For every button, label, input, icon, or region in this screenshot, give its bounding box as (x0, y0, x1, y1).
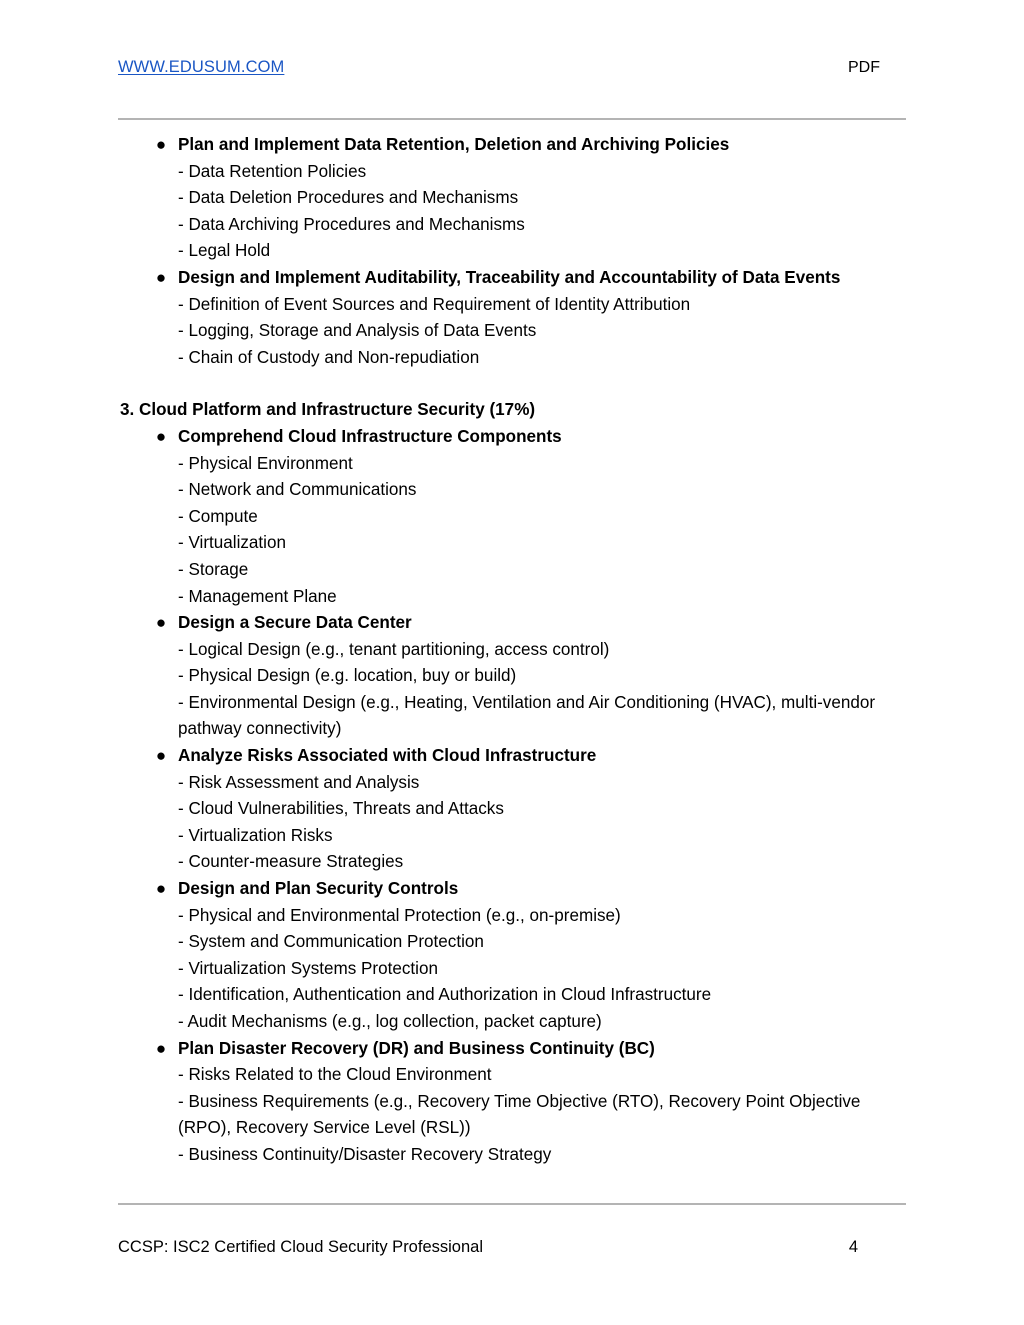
sub-item: - Network and Communications (178, 477, 910, 504)
sub-item-label: - Storage (178, 559, 249, 579)
bullet-title: Design and Implement Auditability, Trace… (178, 267, 841, 287)
sub-item: - Legal Hold (178, 238, 910, 265)
bullet-point-icon: ● (155, 1038, 167, 1058)
sub-item-label: - Risks Related to the Cloud Environment (178, 1065, 492, 1085)
footer-title: CCSP: ISC2 Certified Cloud Security Prof… (118, 1238, 483, 1256)
page-footer: CCSP: ISC2 Certified Cloud Security Prof… (118, 1238, 906, 1257)
sub-item-list: - Logical Design (e.g., tenant partition… (178, 637, 910, 743)
sub-item-label: - Definition of Event Sources and Requir… (178, 294, 691, 314)
bullet-title: Plan Disaster Recovery (DR) and Business… (178, 1038, 655, 1058)
sub-item: - Compute (178, 504, 910, 531)
sub-item-label: - Legal Hold (178, 241, 271, 261)
sub-item-label: - Data Retention Policies (178, 161, 367, 181)
sub-item: - Physical Design (e.g. location, buy or… (178, 663, 910, 690)
sub-item-label: - Logging, Storage and Analysis of Data … (178, 321, 537, 341)
sub-item: - Logging, Storage and Analysis of Data … (178, 318, 910, 345)
sub-item-list: - Definition of Event Sources and Requir… (178, 292, 910, 372)
sub-item-list: - Physical Environment - Network and Comm… (178, 451, 910, 611)
sub-item-label: - Environmental Design (e.g., Heating, V… (178, 692, 876, 739)
sub-item-label: - Risk Assessment and Analysis (178, 772, 420, 792)
section-heading: 3. Cloud Platform and Infrastructure Sec… (120, 400, 536, 420)
sub-item: - Risks Related to the Cloud Environment (178, 1062, 910, 1089)
sub-item-label: - Chain of Custody and Non-repudiation (178, 347, 480, 367)
sub-item-label: - Virtualization Systems Protection (178, 958, 438, 978)
bullet-title: Design and Plan Security Controls (178, 879, 459, 899)
page-number: 4 (848, 1238, 858, 1256)
bullet-item: ● Design a Secure Data Center - Logical De… (120, 610, 910, 743)
sub-item-label: - Data Archiving Procedures and Mechanis… (178, 214, 525, 234)
sub-item-list: - Physical and Environmental Protection … (178, 903, 910, 1036)
bullet-point-icon: ● (155, 879, 167, 899)
bullet-point-icon: ● (155, 613, 167, 633)
sub-item: - Environmental Design (e.g., Heating, V… (178, 690, 910, 743)
sub-item: - Virtualization Risks (178, 823, 910, 850)
sub-item-list: - Risks Related to the Cloud Environment… (178, 1062, 910, 1168)
sub-item-label: - Business Continuity/Disaster Recovery … (178, 1144, 552, 1164)
sub-item: - Management Plane (178, 584, 910, 611)
sub-item-list: - Risk Assessment and Analysis - Cloud Vu… (178, 770, 910, 876)
sub-item-label: - Identification, Authentication and Aut… (178, 985, 712, 1005)
sub-item-label: - Business Requirements (e.g., Recovery … (178, 1091, 861, 1138)
sub-item-label: - Virtualization Risks (178, 825, 333, 845)
sub-item: - Business Continuity/Disaster Recovery … (178, 1142, 910, 1169)
bullet-title: Design a Secure Data Center (178, 613, 412, 633)
sub-item: - Chain of Custody and Non-repudiation (178, 345, 910, 372)
sub-item: - Identification, Authentication and Aut… (178, 982, 910, 1009)
bullet-item: ● Comprehend Cloud Infrastructure Compone… (120, 424, 910, 610)
sub-item-label: - Physical and Environmental Protection … (178, 905, 621, 925)
sub-item: - System and Communication Protection (178, 929, 910, 956)
header-divider (118, 118, 906, 120)
sub-item-label: - Counter-measure Strategies (178, 852, 404, 872)
sub-item-label: - Audit Mechanisms (e.g., log collection… (178, 1012, 602, 1031)
bullet-point-icon: ● (155, 426, 167, 446)
sub-item: - Audit Mechanisms (e.g., log collection… (178, 1009, 910, 1036)
bullet-title: Comprehend Cloud Infrastructure Componen… (178, 426, 562, 446)
section-bullet-list: ● Comprehend Cloud Infrastructure Compone… (120, 424, 910, 1169)
sub-item: - Counter-measure Strategies (178, 849, 910, 876)
page-content: ● Plan and Implement Data Retention, Dele… (120, 132, 910, 1169)
sub-item: - Definition of Event Sources and Requir… (178, 292, 910, 319)
sub-item-label: - Virtualization (178, 533, 286, 553)
sub-item-label: - Logical Design (e.g., tenant partition… (178, 639, 610, 659)
bullet-point-icon: ● (155, 746, 167, 766)
sub-item-label: - Compute (178, 506, 258, 526)
bullet-point-icon: ● (155, 267, 167, 287)
sub-item-label: - Cloud Vulnerabilities, Threats and Att… (178, 799, 504, 819)
sub-item: - Storage (178, 557, 910, 584)
sub-item-label: - Physical Environment (178, 453, 353, 473)
sub-item: - Data Retention Policies (178, 159, 910, 186)
sub-item: - Data Deletion Procedures and Mechanism… (178, 185, 910, 212)
bullet-title: Plan and Implement Data Retention, Delet… (178, 135, 730, 154)
sub-item-label: - Management Plane (178, 586, 337, 606)
sub-item-list: - Data Retention Policies - Data Deletion… (178, 159, 910, 265)
bullet-title: Analyze Risks Associated with Cloud Infr… (178, 746, 597, 766)
sub-item-label: - System and Communication Protection (178, 932, 484, 952)
bullet-item: ● Design and Plan Security Controls - Phys… (120, 876, 910, 1036)
sub-item: - Physical Environment (178, 451, 910, 478)
bullet-item: ● Plan and Implement Data Retention, Dele… (120, 132, 910, 265)
site-url-link[interactable]: WWW.EDUSUM.COM (118, 58, 284, 77)
continued-bullet-list: ● Plan and Implement Data Retention, Dele… (120, 132, 910, 371)
document-page: WWW.EDUSUM.COM PDF ● Plan and Implement D… (0, 0, 1024, 1325)
sub-item: - Business Requirements (e.g., Recovery … (178, 1089, 910, 1142)
sub-item: - Virtualization (178, 530, 910, 557)
sub-item: - Logical Design (e.g., tenant partition… (178, 637, 910, 664)
sub-item: - Risk Assessment and Analysis (178, 770, 910, 797)
page-header: WWW.EDUSUM.COM PDF (118, 58, 906, 84)
bullet-item: ● Design and Implement Auditability, Trac… (120, 265, 910, 371)
bullet-point-icon: ● (155, 135, 167, 154)
sub-item: - Data Archiving Procedures and Mechanis… (178, 212, 910, 239)
footer-divider (118, 1203, 906, 1205)
sub-item: - Virtualization Systems Protection (178, 956, 910, 983)
bullet-item: ● Analyze Risks Associated with Cloud Inf… (120, 743, 910, 876)
document-type-label: PDF (848, 59, 880, 76)
sub-item: - Cloud Vulnerabilities, Threats and Att… (178, 796, 910, 823)
bullet-item: ● Plan Disaster Recovery (DR) and Busines… (120, 1036, 910, 1169)
sub-item-label: - Physical Design (e.g. location, buy or… (178, 666, 517, 686)
sub-item: - Physical and Environmental Protection … (178, 903, 910, 930)
sub-item-label: - Network and Communications (178, 480, 417, 500)
sub-item-label: - Data Deletion Procedures and Mechanism… (178, 188, 519, 208)
